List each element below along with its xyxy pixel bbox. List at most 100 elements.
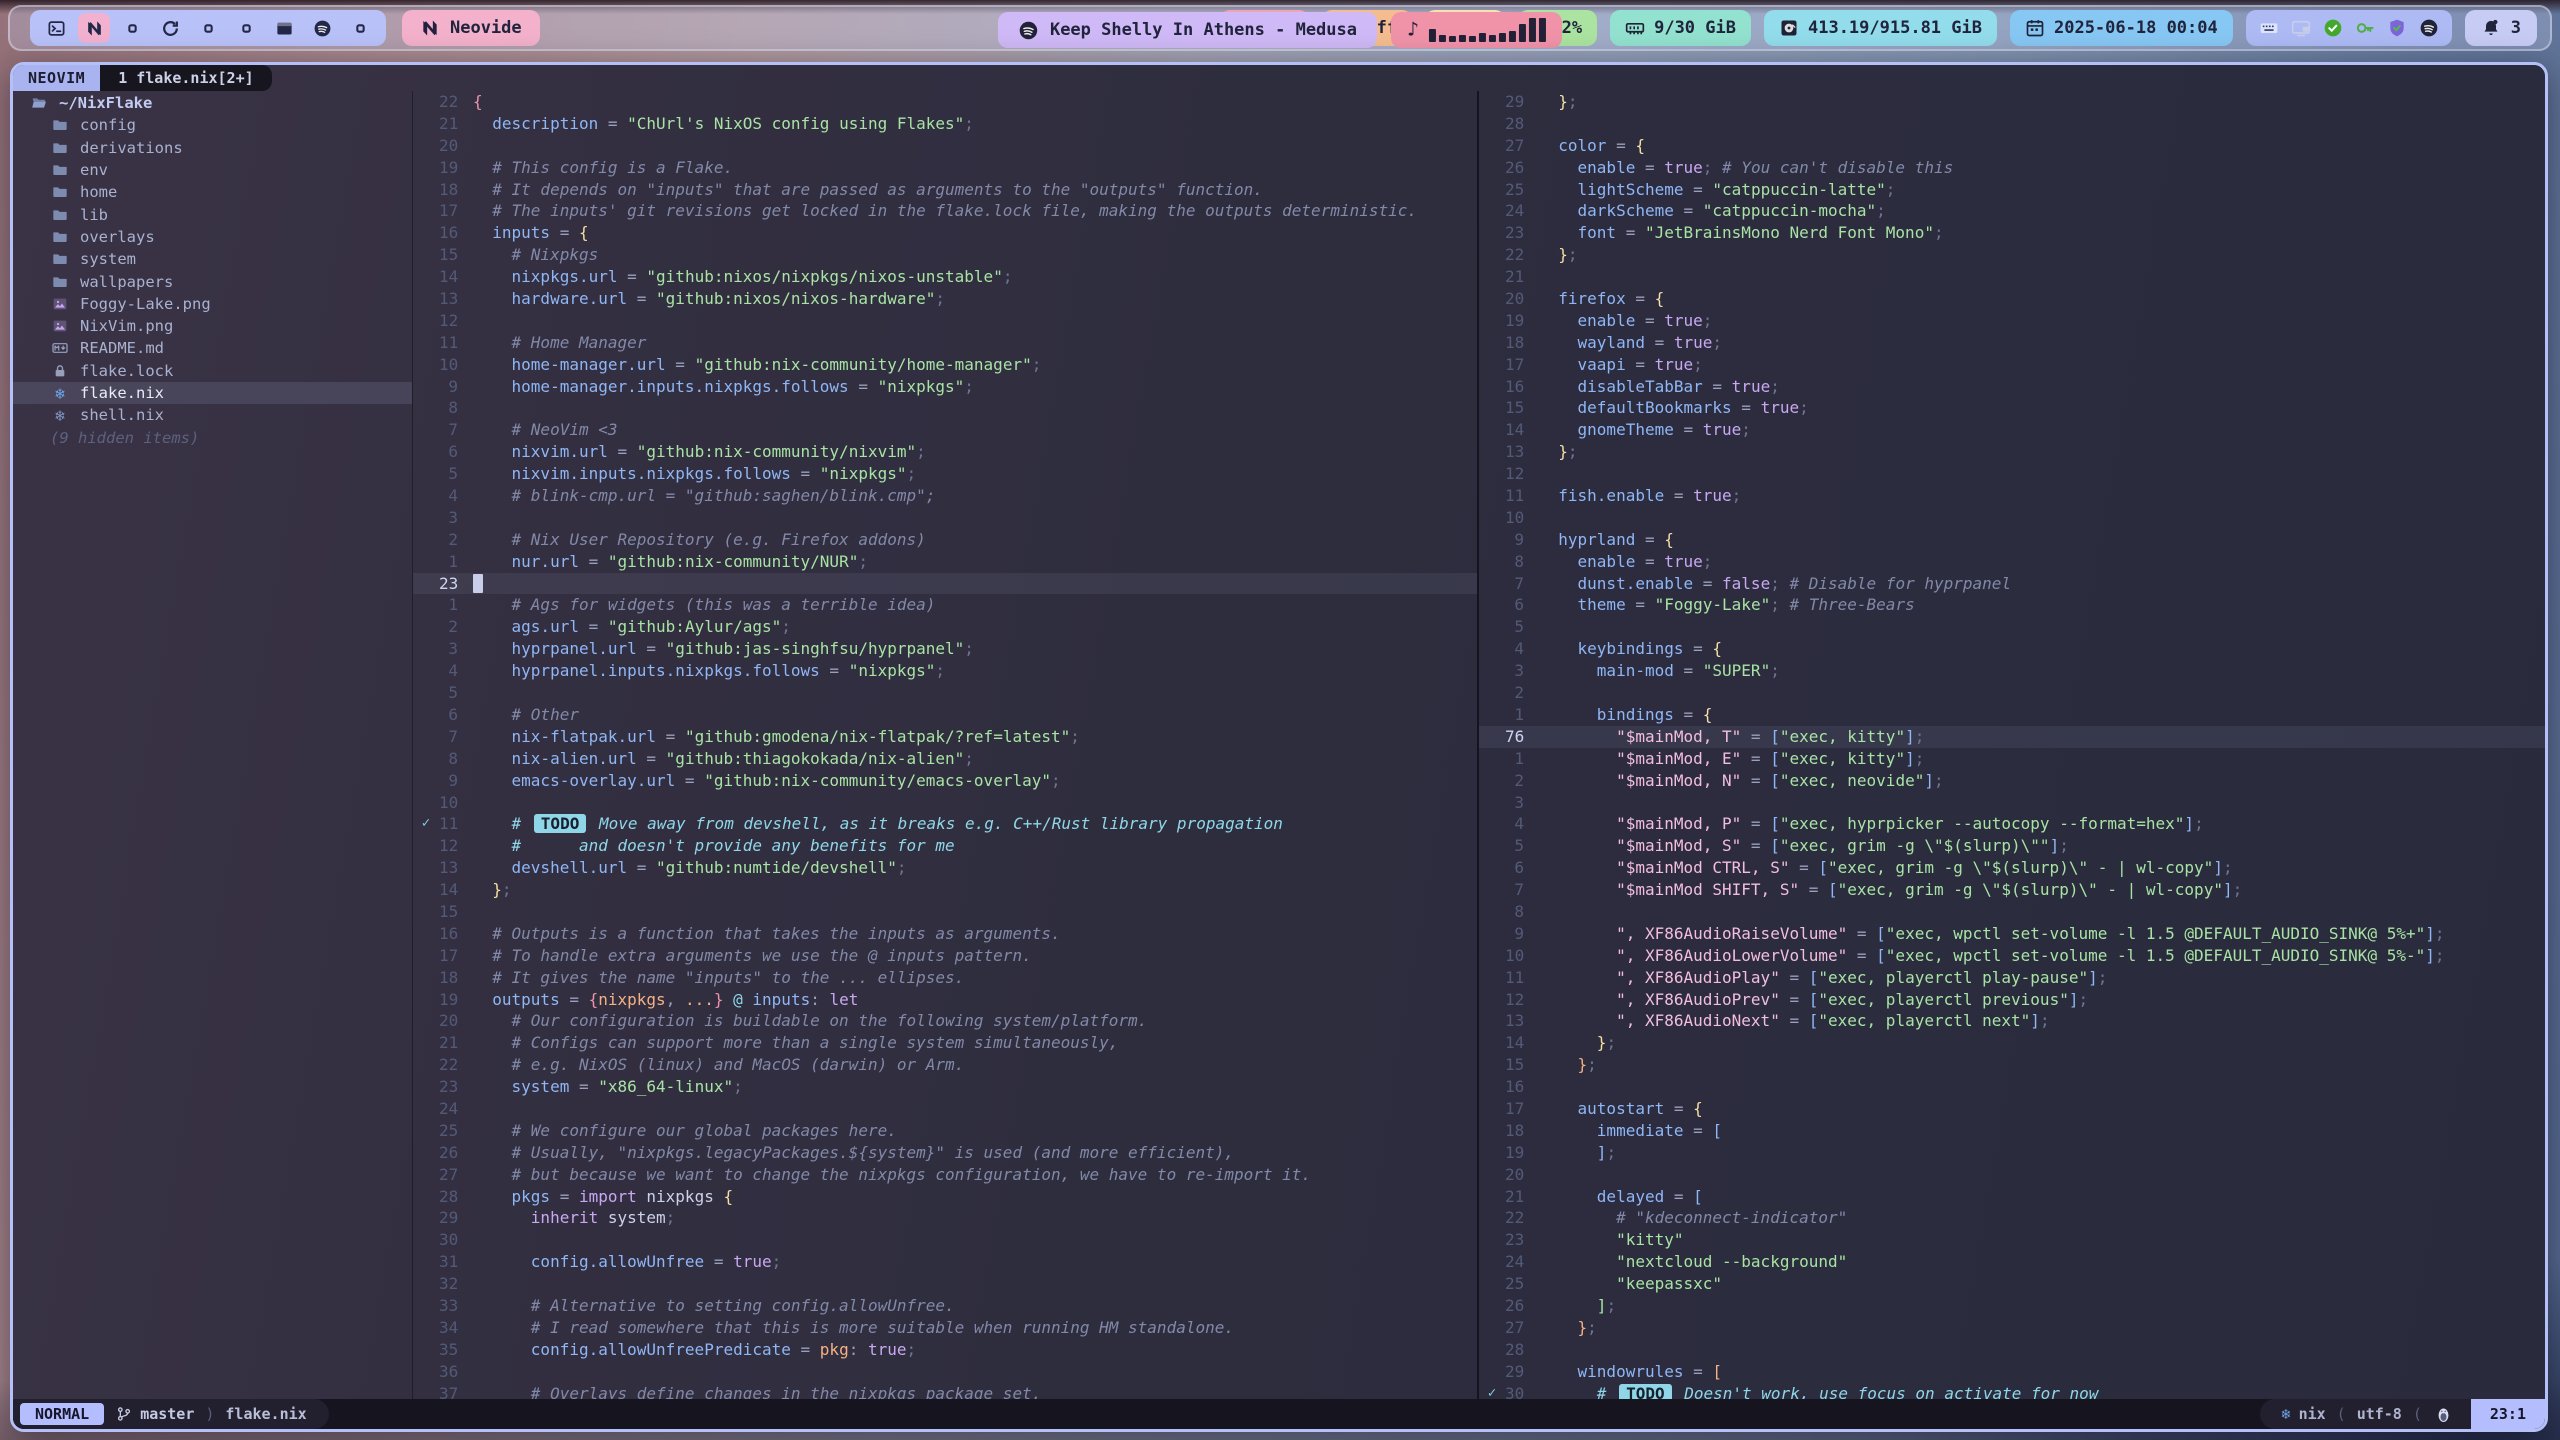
tab-neovim[interactable]: NEOVIM <box>13 65 100 91</box>
tree-item-env[interactable]: env <box>13 159 412 181</box>
editor-right-line[interactable]: 27 }; <box>1479 1317 2545 1339</box>
editor-right-line[interactable]: 27 color = { <box>1479 135 2545 157</box>
editor-left-line[interactable]: 5 nixvim.inputs.nixpkgs.follows = "nixpk… <box>413 463 1477 485</box>
spotify-icon[interactable] <box>2419 18 2439 38</box>
editor-right-line[interactable]: 12 <box>1479 463 2545 485</box>
tree-item-foggy-lake-png[interactable]: Foggy-Lake.png <box>13 293 412 315</box>
editor-right-line[interactable]: 10 <box>1479 507 2545 529</box>
editor-right-line[interactable]: 26 ]; <box>1479 1295 2545 1317</box>
workspace-8[interactable] <box>306 13 338 43</box>
editor-right-line[interactable]: 15 defaultBookmarks = true; <box>1479 397 2545 419</box>
editor-left-line[interactable]: 12 # and doesn't provide any benefits fo… <box>413 835 1477 857</box>
editor-right-line[interactable]: 11 fish.enable = true; <box>1479 485 2545 507</box>
editor-right-line[interactable]: 18 immediate = [ <box>1479 1120 2545 1142</box>
editor-right-line[interactable]: 76 "$mainMod, T" = ["exec, kitty"]; <box>1479 726 2545 748</box>
workspace-9[interactable] <box>344 13 376 43</box>
editor-right-line[interactable]: 8 enable = true; <box>1479 551 2545 573</box>
editor-left-line[interactable]: 36 <box>413 1361 1477 1383</box>
memory-pill[interactable]: 9/30 GiB <box>1610 10 1751 46</box>
tree-item-config[interactable]: config <box>13 114 412 136</box>
editor-right-line[interactable]: 28 <box>1479 113 2545 135</box>
check-circle-icon[interactable] <box>2323 18 2343 38</box>
editor-right-line[interactable]: 1 bindings = { <box>1479 704 2545 726</box>
editor-left-line[interactable]: 34 # I read somewhere that this is more … <box>413 1317 1477 1339</box>
git-branch[interactable]: master <box>116 1405 194 1423</box>
editor-left-line[interactable]: 23 <box>413 573 1477 595</box>
editor-left-line[interactable]: 16 inputs = { <box>413 222 1477 244</box>
editor-left-line[interactable]: 21 # Configs can support more than a sin… <box>413 1032 1477 1054</box>
editor-left-line[interactable]: 35 config.allowUnfreePredicate = pkg: tr… <box>413 1339 1477 1361</box>
clock-pill[interactable]: 2025-06-18 00:04 <box>2010 10 2233 46</box>
editor-left-line[interactable]: 25 # We configure our global packages he… <box>413 1120 1477 1142</box>
editor-left-line[interactable]: 20 # Our configuration is buildable on t… <box>413 1010 1477 1032</box>
editor-left-line[interactable]: 4 hyprpanel.inputs.nixpkgs.follows = "ni… <box>413 660 1477 682</box>
editor-left-line[interactable]: 7 # NeoVim <3 <box>413 419 1477 441</box>
editor-right-line[interactable]: 5 "$mainMod, S" = ["exec, grim -g \"$(sl… <box>1479 835 2545 857</box>
editor-left-line[interactable]: 17 # The inputs' git revisions get locke… <box>413 200 1477 222</box>
workspace-7[interactable] <box>268 13 300 43</box>
editor-right-line[interactable]: 14 }; <box>1479 1032 2545 1054</box>
editor-left-line[interactable]: 1 nur.url = "github:nix-community/NUR"; <box>413 551 1477 573</box>
tree-item-nixvim-png[interactable]: NixVim.png <box>13 315 412 337</box>
editor-left-line[interactable]: ✓11 # TODO Move away from devshell, as i… <box>413 813 1477 835</box>
editor-right-line[interactable]: 29 windowrules = [ <box>1479 1361 2545 1383</box>
workspace-1[interactable] <box>40 13 72 43</box>
keyboard-icon[interactable] <box>2259 18 2279 38</box>
workspace-5[interactable] <box>192 13 224 43</box>
workspace-2[interactable] <box>78 13 110 43</box>
editor-left-line[interactable]: 2 # Nix User Repository (e.g. Firefox ad… <box>413 529 1477 551</box>
editor-left-line[interactable]: 1 # Ags for widgets (this was a terrible… <box>413 594 1477 616</box>
editor-right-line[interactable]: 1 "$mainMod, E" = ["exec, kitty"]; <box>1479 748 2545 770</box>
editor-left-line[interactable]: 7 nix-flatpak.url = "github:gmodena/nix-… <box>413 726 1477 748</box>
editor-left-line[interactable]: 17 # To handle extra arguments we use th… <box>413 945 1477 967</box>
editor-right-line[interactable]: 16 <box>1479 1076 2545 1098</box>
disk-pill[interactable]: 413.19/915.81 GiB <box>1764 10 1997 46</box>
editor-left-line[interactable]: 18 # It gives the name "inputs" to the .… <box>413 967 1477 989</box>
editor-right-line[interactable]: 24 darkScheme = "catppuccin-mocha"; <box>1479 200 2545 222</box>
shield-check-icon[interactable] <box>2387 18 2407 38</box>
tab-flake-nix[interactable]: 1 flake.nix[2+] <box>100 65 271 91</box>
editor-right-line[interactable]: 20 <box>1479 1164 2545 1186</box>
editor-left-line[interactable]: 18 # It depends on "inputs" that are pas… <box>413 179 1477 201</box>
editor-right-line[interactable]: 9 hyprland = { <box>1479 529 2545 551</box>
editor-left-line[interactable]: 12 <box>413 310 1477 332</box>
editor-left-line[interactable]: 15 # Nixpkgs <box>413 244 1477 266</box>
editor-left-line[interactable]: 14 nixpkgs.url = "github:nixos/nixpkgs/n… <box>413 266 1477 288</box>
editor-left-line[interactable]: 6 # Other <box>413 704 1477 726</box>
editor-right-line[interactable]: 24 "nextcloud --background" <box>1479 1251 2545 1273</box>
editor-right-line[interactable]: 5 <box>1479 616 2545 638</box>
editor-left-line[interactable]: 37 # Overlays define changes in the nixp… <box>413 1383 1477 1399</box>
editor-right-line[interactable]: 10 ", XF86AudioLowerVolume" = ["exec, wp… <box>1479 945 2545 967</box>
editor-left-line[interactable]: 5 <box>413 682 1477 704</box>
editor-left-line[interactable]: 4 # blink-cmp.url = "github:saghen/blink… <box>413 485 1477 507</box>
editor-left-line[interactable]: 3 <box>413 507 1477 529</box>
editor-left-line[interactable]: 10 home-manager.url = "github:nix-commun… <box>413 354 1477 376</box>
editor-left-line[interactable]: 29 inherit system; <box>413 1207 1477 1229</box>
editor-right-line[interactable]: 13 }; <box>1479 441 2545 463</box>
notifications-pill[interactable]: 3 <box>2465 10 2537 46</box>
editor-right-line[interactable]: 14 gnomeTheme = true; <box>1479 419 2545 441</box>
editor-right-line[interactable]: 3 <box>1479 792 2545 814</box>
tree-item-flake-nix[interactable]: ❄flake.nix <box>13 382 412 404</box>
editor-right-line[interactable]: 17 autostart = { <box>1479 1098 2545 1120</box>
editor-right-line[interactable]: 7 dunst.enable = false; # Disable for hy… <box>1479 573 2545 595</box>
editor-left-line[interactable]: 26 # Usually, "nixpkgs.legacyPackages.${… <box>413 1142 1477 1164</box>
editor-left-line[interactable]: 30 <box>413 1229 1477 1251</box>
editor-right-line[interactable]: 7 "$mainMod SHIFT, S" = ["exec, grim -g … <box>1479 879 2545 901</box>
editor-right-line[interactable]: 3 main-mod = "SUPER"; <box>1479 660 2545 682</box>
editor-right-line[interactable]: 12 ", XF86AudioPrev" = ["exec, playerctl… <box>1479 989 2545 1011</box>
editor-left-line[interactable]: 3 hyprpanel.url = "github:jas-singhfsu/h… <box>413 638 1477 660</box>
tree-item-system[interactable]: system <box>13 248 412 270</box>
editor-right-line[interactable]: 28 <box>1479 1339 2545 1361</box>
editor-right-line[interactable]: 11 ", XF86AudioPlay" = ["exec, playerctl… <box>1479 967 2545 989</box>
tree-item-home[interactable]: home <box>13 181 412 203</box>
editor-right-line[interactable]: 26 enable = true; # You can't disable th… <box>1479 157 2545 179</box>
editor-right-line[interactable]: 2 "$mainMod, N" = ["exec, neovide"]; <box>1479 770 2545 792</box>
editor-right-line[interactable]: 22 # "kdeconnect-indicator" <box>1479 1207 2545 1229</box>
editor-right-line[interactable]: 23 font = "JetBrainsMono Nerd Font Mono"… <box>1479 222 2545 244</box>
editor-right-line[interactable]: 8 <box>1479 901 2545 923</box>
editor-right-line[interactable]: 23 "kitty" <box>1479 1229 2545 1251</box>
editor-right-line[interactable]: 6 theme = "Foggy-Lake"; # Three-Bears <box>1479 594 2545 616</box>
tree-item-shell-nix[interactable]: ❄shell.nix <box>13 404 412 426</box>
editor-left-line[interactable]: 21 description = "ChUrl's NixOS config u… <box>413 113 1477 135</box>
